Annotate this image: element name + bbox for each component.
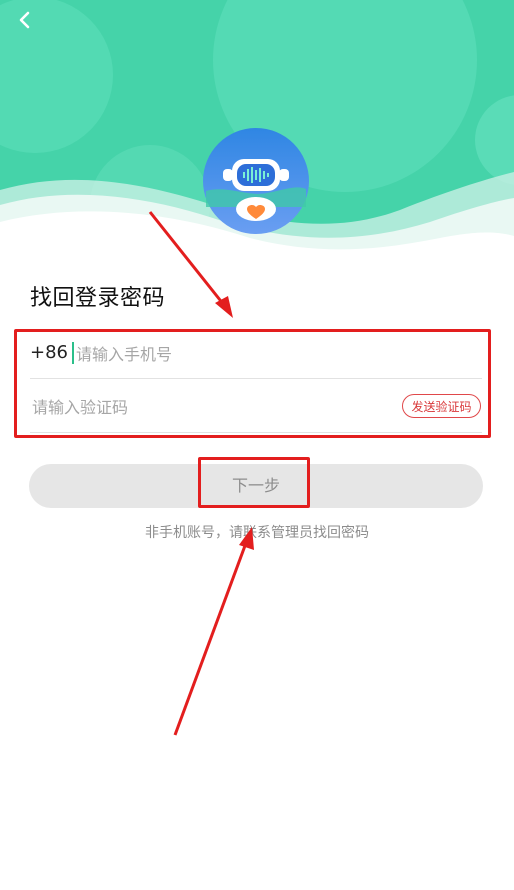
admin-contact-note: 非手机账号，请联系管理员找回密码	[145, 525, 369, 541]
robot-avatar	[202, 127, 310, 235]
arrow-line-bottom	[173, 542, 248, 736]
country-code: +86	[30, 342, 68, 363]
verification-code-input[interactable]	[30, 393, 334, 421]
next-step-button[interactable]: 下一步	[29, 464, 483, 508]
page-title: 找回登录密码	[30, 286, 166, 311]
robot-icon	[203, 128, 309, 234]
arrow-head-top	[215, 296, 233, 318]
phone-divider	[30, 378, 482, 379]
code-divider	[30, 432, 482, 433]
phone-input[interactable]	[74, 340, 378, 368]
send-code-button[interactable]: 发送验证码	[402, 394, 481, 418]
back-button[interactable]	[10, 6, 38, 34]
chevron-left-icon	[19, 11, 30, 29]
